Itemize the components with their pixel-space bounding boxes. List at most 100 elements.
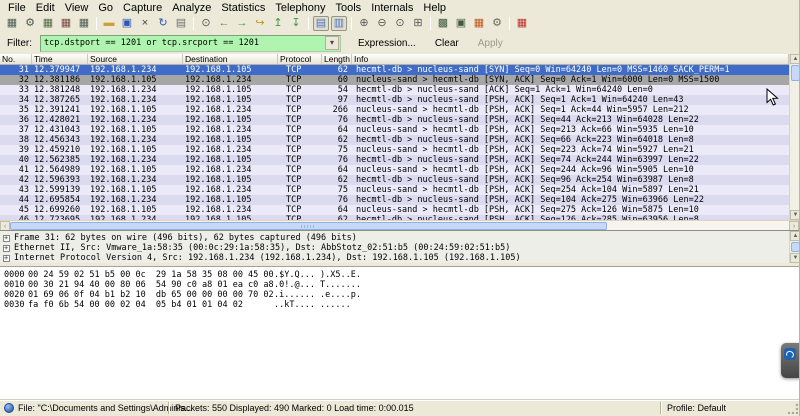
menu-view[interactable]: View	[60, 1, 94, 15]
go-first-icon[interactable]: ↥	[270, 16, 286, 31]
scroll-up-icon[interactable]: ▲	[790, 231, 800, 241]
go-forward-icon[interactable]: →	[234, 16, 250, 31]
preferences-icon[interactable]: ⚙	[489, 16, 505, 31]
expand-plus-icon[interactable]	[3, 255, 10, 262]
column-header-destination[interactable]: Destination	[183, 54, 278, 64]
capture-start-icon[interactable]: ▦	[40, 16, 56, 31]
hex-line[interactable]: 000000 24 59 02 51 b5 00 0c 29 1a 58 35 …	[0, 270, 800, 280]
packet-row-40[interactable]: 4012.562385192.168.1.234192.168.1.105TCP…	[0, 155, 789, 165]
expand-plus-icon[interactable]	[3, 235, 10, 242]
packet-row-32[interactable]: 3212.381186192.168.1.105192.168.1.234TCP…	[0, 75, 789, 85]
detail-line[interactable]: Frame 31: 62 bytes on wire (496 bits), 6…	[0, 233, 800, 243]
col-time: 12.564989	[32, 165, 88, 175]
close-file-icon[interactable]: ×	[137, 16, 153, 31]
hex-line[interactable]: 002001 69 06 0f 04 b1 b2 10 db 65 00 00 …	[0, 290, 800, 300]
zoom-out-icon[interactable]: ⊖	[374, 16, 390, 31]
expert-info-icon[interactable]	[4, 403, 14, 413]
capture-filter-icon[interactable]: ▩	[435, 16, 451, 31]
column-header-no[interactable]: No.	[0, 54, 32, 64]
list-interfaces-icon[interactable]: ▦	[4, 16, 20, 31]
col-info: nucleus-sand > hecmtl-db [PSH, ACK] Seq=…	[352, 125, 789, 135]
packet-list-hscrollbar[interactable]: ‹ ›	[0, 220, 800, 230]
scroll-down-icon[interactable]: ▼	[790, 253, 800, 263]
menu-capture[interactable]: Capture	[118, 1, 167, 15]
packet-row-39[interactable]: 3912.459210192.168.1.105192.168.1.234TCP…	[0, 145, 789, 155]
resize-grip[interactable]	[787, 403, 799, 415]
packet-row-37[interactable]: 3712.431043192.168.1.105192.168.1.234TCP…	[0, 125, 789, 135]
save-file-icon[interactable]: ▣	[119, 16, 135, 31]
column-header-length[interactable]: Length	[322, 54, 352, 64]
hscroll-thumb[interactable]	[10, 222, 607, 230]
menu-tools[interactable]: Tools	[331, 1, 367, 15]
menu-telephony[interactable]: Telephony	[270, 1, 330, 15]
packet-row-45[interactable]: 4512.699260192.168.1.105192.168.1.234TCP…	[0, 205, 789, 215]
print-icon[interactable]: ▤	[173, 16, 189, 31]
menu-file[interactable]: File	[3, 1, 31, 15]
packet-row-33[interactable]: 3312.381248192.168.1.234192.168.1.105TCP…	[0, 85, 789, 95]
details-lines: Frame 31: 62 bytes on wire (496 bits), 6…	[0, 233, 800, 263]
filter-combobox[interactable]: tcp.dstport == 1201 or tcp.srcport == 12…	[40, 35, 341, 52]
capture-stop-icon[interactable]: ▦	[58, 16, 74, 31]
packet-row-35[interactable]: 3512.391241192.168.1.105192.168.1.234TCP…	[0, 105, 789, 115]
scroll-down-icon[interactable]: ▼	[790, 210, 800, 220]
hex-line[interactable]: 001000 30 21 94 40 00 80 06 54 90 c0 a8 …	[0, 280, 800, 290]
packet-row-38[interactable]: 3812.456343192.168.1.234192.168.1.105TCP…	[0, 135, 789, 145]
find-packet-icon[interactable]: ⊙	[198, 16, 214, 31]
col-time: 12.596393	[32, 175, 88, 185]
col-no: 34	[0, 95, 32, 105]
col-destination: 192.168.1.234	[183, 145, 278, 155]
go-back-icon[interactable]: ←	[216, 16, 232, 31]
go-to-packet-icon[interactable]: ↪	[252, 16, 268, 31]
packet-row-43[interactable]: 4312.599139192.168.1.105192.168.1.234TCP…	[0, 185, 789, 195]
packet-row-42[interactable]: 4212.596393192.168.1.234192.168.1.105TCP…	[0, 175, 789, 185]
detail-line[interactable]: Internet Protocol Version 4, Src: 192.16…	[0, 253, 800, 263]
scroll-up-icon[interactable]: ▲	[790, 54, 800, 64]
zoom-in-icon[interactable]: ⊕	[356, 16, 372, 31]
menu-help[interactable]: Help	[418, 1, 451, 15]
packet-row-44[interactable]: 4412.695854192.168.1.234192.168.1.105TCP…	[0, 195, 789, 205]
colorize-toggle-icon[interactable]: ▤	[313, 16, 329, 31]
capture-restart-icon[interactable]: ▦	[76, 16, 92, 31]
menu-edit[interactable]: Edit	[31, 1, 60, 15]
go-last-icon[interactable]: ↧	[288, 16, 304, 31]
packet-row-36[interactable]: 3612.428021192.168.1.234192.168.1.105TCP…	[0, 115, 789, 125]
resize-columns-icon[interactable]: ⊞	[410, 16, 426, 31]
teamviewer-panel-tab[interactable]	[781, 343, 800, 378]
clear-button[interactable]: Clear	[428, 36, 466, 51]
autoscroll-toggle-icon[interactable]: ▥	[331, 16, 347, 31]
coloring-rules-icon[interactable]: ▦	[471, 16, 487, 31]
vscroll-thumb[interactable]	[791, 242, 800, 252]
packet-row-41[interactable]: 4112.564989192.168.1.105192.168.1.234TCP…	[0, 165, 789, 175]
col-source: 192.168.1.105	[88, 165, 183, 175]
filter-input[interactable]: tcp.dstport == 1201 or tcp.srcport == 12…	[41, 38, 325, 48]
expression-button[interactable]: Expression...	[351, 36, 423, 51]
hex-offset: 0030	[0, 300, 28, 310]
column-header-info[interactable]: Info	[352, 54, 789, 64]
details-vscrollbar[interactable]: ▲ ▼	[789, 231, 800, 263]
menu-analyze[interactable]: Analyze	[167, 1, 216, 15]
col-time: 12.391241	[32, 105, 88, 115]
vscroll-thumb[interactable]	[791, 65, 800, 81]
zoom-100-icon[interactable]: ⊙	[392, 16, 408, 31]
filter-dropdown-button[interactable]: ▾	[325, 36, 339, 50]
display-filter-icon[interactable]: ▣	[453, 16, 469, 31]
status-packets: Packets: 550 Displayed: 490 Marked: 0 Lo…	[175, 403, 414, 413]
column-header-protocol[interactable]: Protocol	[278, 54, 322, 64]
menu-go[interactable]: Go	[93, 1, 118, 15]
help-icon[interactable]: ▦	[514, 16, 530, 31]
packet-row-34[interactable]: 3412.387265192.168.1.234192.168.1.105TCP…	[0, 95, 789, 105]
col-destination: 192.168.1.105	[183, 65, 278, 75]
menu-statistics[interactable]: Statistics	[216, 1, 270, 15]
detail-line[interactable]: Ethernet II, Src: Vmware_1a:58:35 (00:0c…	[0, 243, 800, 253]
menu-internals[interactable]: Internals	[366, 1, 418, 15]
packet-list-vscrollbar[interactable]: ▲ ▼	[789, 54, 800, 220]
column-header-source[interactable]: Source	[88, 54, 183, 64]
column-header-time[interactable]: Time	[32, 54, 88, 64]
capture-options-icon[interactable]: ⚙	[22, 16, 38, 31]
col-length: 76	[322, 115, 352, 125]
open-file-icon[interactable]: ▬	[101, 16, 117, 31]
reload-icon[interactable]: ↻	[155, 16, 171, 31]
packet-row-31[interactable]: 3112.379947192.168.1.234192.168.1.105TCP…	[0, 65, 789, 75]
expand-plus-icon[interactable]	[3, 245, 10, 252]
hex-line[interactable]: 0030fa f0 6b 54 00 00 02 04 05 b4 01 01 …	[0, 300, 800, 310]
